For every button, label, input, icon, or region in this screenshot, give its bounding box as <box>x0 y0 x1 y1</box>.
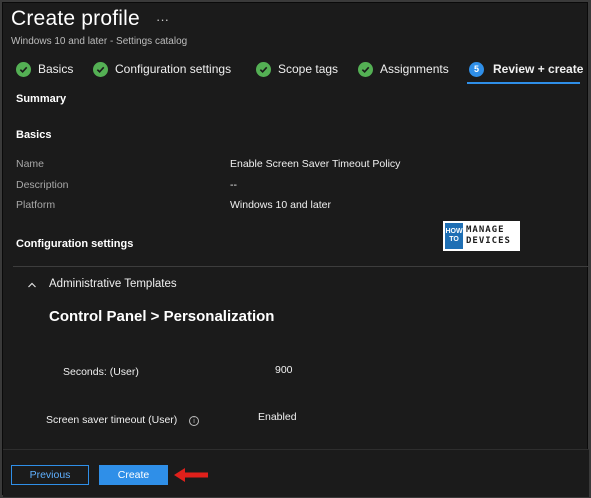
configuration-settings-heading: Configuration settings <box>16 238 134 250</box>
description-label: Description <box>16 179 69 191</box>
screen-saver-timeout-label: Screen saver timeout (User) <box>46 414 178 426</box>
check-icon <box>256 61 271 77</box>
tab-scope-tags[interactable]: Scope tags <box>256 58 338 80</box>
logo-badge: HOW TO <box>445 223 463 249</box>
page-title: Create profile <box>11 7 140 30</box>
seconds-setting-value: 900 <box>275 364 293 376</box>
wizard-tabs: Basics Configuration settings Scope tags… <box>3 58 589 84</box>
category-title: Control Panel > Personalization <box>49 308 275 325</box>
create-button[interactable]: Create <box>99 465 168 485</box>
logo-word-1: MANAGE <box>466 225 505 235</box>
active-tab-indicator <box>467 82 580 84</box>
page-subtitle: Windows 10 and later - Settings catalog <box>11 36 188 47</box>
basics-heading: Basics <box>16 129 52 141</box>
seconds-setting-label: Seconds: (User) <box>63 366 139 378</box>
more-options-icon[interactable]: ··· <box>156 12 169 27</box>
how-to-manage-devices-logo: HOW TO MANAGE DEVICES <box>443 221 520 251</box>
tab-label: Configuration settings <box>115 62 232 76</box>
check-icon <box>358 61 373 77</box>
red-arrow-icon <box>174 468 208 482</box>
wizard-footer: Previous Create <box>3 449 589 497</box>
tab-assignments[interactable]: Assignments <box>358 58 449 80</box>
logo-text: MANAGE DEVICES <box>466 225 511 247</box>
screen-saver-timeout-value: Enabled <box>258 411 297 423</box>
section-divider <box>13 266 589 267</box>
administrative-templates-group[interactable]: Administrative Templates <box>49 278 177 290</box>
step-number-icon: 5 <box>469 61 484 77</box>
summary-heading: Summary <box>16 93 67 105</box>
logo-line-2: TO <box>449 236 459 243</box>
description-value: -- <box>230 179 237 191</box>
logo-word-2: DEVICES <box>466 236 511 246</box>
name-value: Enable Screen Saver Timeout Policy <box>230 158 401 170</box>
platform-label: Platform <box>16 199 56 211</box>
logo-line-1: HOW <box>445 228 463 235</box>
platform-value: Windows 10 and later <box>230 199 331 211</box>
info-icon[interactable]: i <box>189 416 199 426</box>
previous-button[interactable]: Previous <box>11 465 89 485</box>
tab-review-create[interactable]: 5 Review + create <box>469 58 583 80</box>
check-icon <box>93 61 108 77</box>
tab-label: Scope tags <box>278 62 339 76</box>
tab-configuration-settings[interactable]: Configuration settings <box>93 58 231 80</box>
tab-basics[interactable]: Basics <box>16 58 73 80</box>
chevron-up-icon[interactable] <box>27 280 37 290</box>
name-label: Name <box>16 158 45 170</box>
create-profile-panel: Create profile ··· Windows 10 and later … <box>2 2 589 497</box>
tab-label: Review + create <box>493 62 584 76</box>
tab-label: Assignments <box>380 62 449 76</box>
check-icon <box>16 61 31 77</box>
tab-label: Basics <box>38 62 74 76</box>
